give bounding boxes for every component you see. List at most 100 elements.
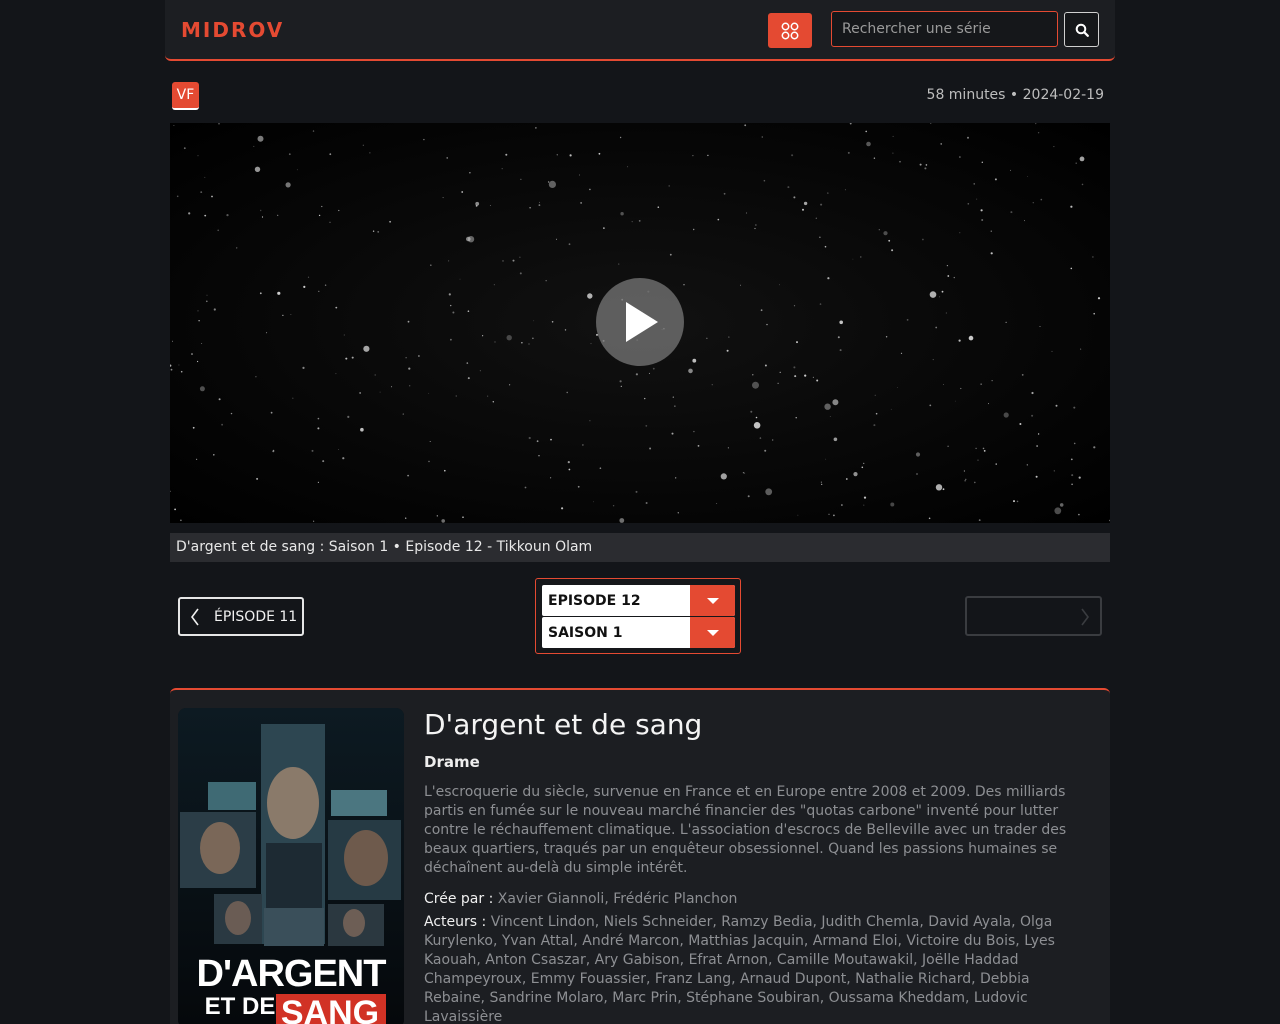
- star-dot: [302, 366, 305, 369]
- star-dot: [1003, 412, 1009, 418]
- star-dot: [170, 490, 171, 492]
- star-dot: [954, 400, 956, 402]
- star-dot: [441, 519, 446, 523]
- star-dot: [317, 481, 319, 483]
- star-dot: [935, 326, 938, 329]
- star-dot: [569, 154, 572, 157]
- star-dot: [860, 256, 862, 258]
- star-dot: [915, 452, 921, 457]
- star-dot: [674, 405, 676, 407]
- star-dot: [520, 178, 522, 180]
- star-dot: [539, 201, 540, 203]
- star-dot: [967, 203, 970, 205]
- star-dot: [612, 505, 615, 507]
- star-dot: [1031, 414, 1034, 417]
- star-dot: [717, 218, 720, 221]
- star-dot: [521, 342, 523, 344]
- star-dot: [939, 296, 941, 298]
- language-badge: VF: [172, 82, 199, 110]
- star-dot: [1055, 404, 1058, 407]
- star-dot: [763, 179, 766, 182]
- creators-label: Crée par :: [424, 891, 494, 907]
- star-dot: [1080, 348, 1082, 350]
- star-dot: [875, 412, 878, 415]
- star-dot: [638, 220, 641, 222]
- star-dot: [598, 152, 601, 155]
- star-dot: [489, 205, 491, 206]
- star-dot: [1019, 423, 1022, 425]
- actors-value: Vincent Lindon, Niels Schneider, Ramzy B…: [424, 914, 1055, 1024]
- star-dot: [706, 337, 708, 339]
- categories-button[interactable]: [768, 13, 812, 48]
- star-dot: [863, 496, 867, 499]
- star-dot: [839, 320, 843, 325]
- show-poster[interactable]: D'ARGENT ET DE SANG: [178, 708, 404, 1024]
- star-dot: [849, 123, 852, 125]
- star-dot: [197, 360, 199, 363]
- star-dot: [839, 349, 842, 352]
- star-dot: [256, 477, 259, 480]
- star-dot: [324, 284, 327, 286]
- star-dot: [947, 445, 949, 447]
- star-dot: [461, 191, 464, 193]
- star-dot: [213, 308, 216, 311]
- star-dot: [1005, 321, 1007, 323]
- star-dot: [204, 214, 207, 217]
- star-dot: [635, 373, 638, 376]
- star-dot: [467, 236, 475, 243]
- season-select[interactable]: SAISON 1: [542, 617, 735, 648]
- star-dot: [906, 319, 909, 321]
- star-dot: [804, 374, 807, 377]
- star-dot: [1070, 458, 1073, 461]
- previous-episode-button[interactable]: ÉPISODE 11: [178, 597, 304, 636]
- search-input[interactable]: [831, 11, 1058, 47]
- star-dot: [467, 310, 470, 312]
- star-dot: [645, 425, 648, 427]
- star-dot: [635, 490, 638, 493]
- star-dot: [1075, 162, 1077, 164]
- star-dot: [1036, 445, 1038, 447]
- star-dot: [321, 205, 323, 208]
- chevron-right-icon: [1081, 608, 1089, 626]
- star-dot: [821, 483, 823, 485]
- star-dot: [652, 367, 655, 370]
- star-dot: [671, 432, 674, 435]
- episode-select[interactable]: EPISODE 12: [542, 585, 735, 616]
- star-dot: [429, 441, 431, 442]
- star-dot: [1037, 132, 1040, 134]
- star-dot: [377, 231, 380, 233]
- star-dot: [897, 387, 898, 388]
- star-dot: [290, 314, 292, 315]
- star-dot: [657, 206, 660, 208]
- star-dot: [891, 249, 894, 252]
- star-dot: [1032, 202, 1034, 204]
- site-logo[interactable]: MIDROV: [181, 18, 284, 42]
- star-dot: [744, 124, 747, 127]
- star-dot: [1093, 312, 1095, 315]
- star-dot: [428, 392, 430, 394]
- star-dot: [593, 501, 594, 503]
- star-dot: [172, 340, 173, 342]
- star-dot: [536, 440, 539, 443]
- play-icon: [626, 302, 658, 342]
- star-dot: [455, 395, 457, 397]
- play-button[interactable]: [596, 278, 684, 366]
- star-dot: [752, 374, 754, 376]
- star-dot: [196, 458, 198, 460]
- chevron-left-icon: [191, 608, 199, 625]
- star-dot: [467, 377, 470, 380]
- star-dot: [833, 514, 835, 517]
- star-dot: [469, 172, 471, 174]
- star-dot: [206, 300, 208, 303]
- star-dot: [1070, 267, 1073, 270]
- show-genre[interactable]: Drame: [424, 753, 480, 771]
- star-dot: [742, 472, 745, 474]
- star-dot: [978, 519, 981, 521]
- star-dot: [603, 227, 605, 229]
- star-dot: [288, 153, 291, 156]
- video-player[interactable]: [170, 123, 1110, 523]
- search-button[interactable]: [1064, 12, 1099, 47]
- star-dot: [645, 502, 648, 504]
- star-dot: [832, 399, 839, 406]
- star-dot: [929, 404, 932, 407]
